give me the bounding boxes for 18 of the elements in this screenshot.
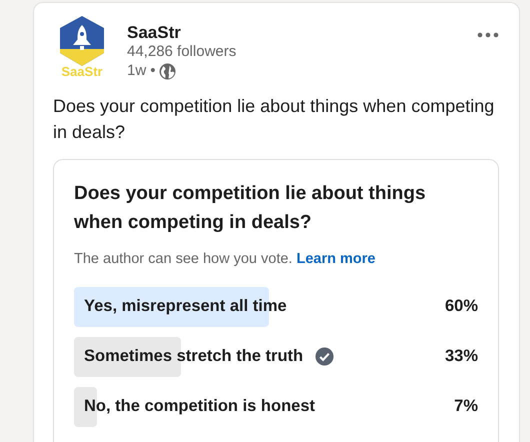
follower-count: 44,286 followers [127,43,236,62]
learn-more-link[interactable]: Learn more [296,251,376,268]
post-time: 1w [127,62,146,81]
poll-note: The author can see how you vote. Learn more [74,250,376,270]
poll-option[interactable]: Yes, misrepresent all time [74,294,287,320]
vote-percentage: 33% [444,346,478,368]
poll-option[interactable]: No, the competition is honest [74,394,316,420]
vote-percentage: 7% [454,396,478,418]
rocket-logo-icon [58,15,106,67]
separator-dot: • [150,62,156,81]
poll-option[interactable]: Sometimes stretch the truth [74,344,304,370]
poll-question: Does your competition lie about things when competing in deals? [74,182,427,235]
globe-icon [159,63,176,80]
post-text: Does your competition lie about things when competing in deals? [53,94,496,144]
vote-percentage: 60% [444,296,478,318]
author-name[interactable]: SaaStr [127,23,236,44]
more-options-icon[interactable] [477,32,499,38]
logo-text: SaaStr [61,65,103,78]
